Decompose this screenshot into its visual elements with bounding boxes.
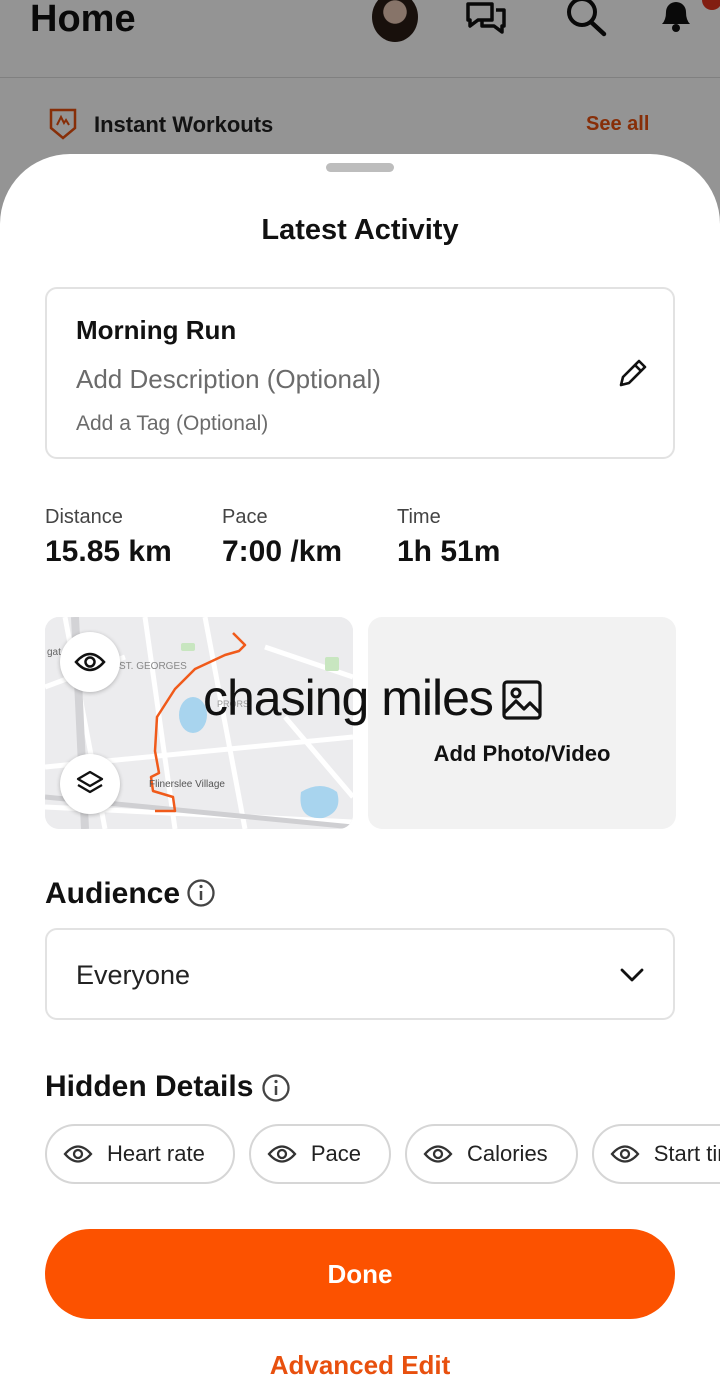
layers-icon <box>76 770 104 794</box>
chip-pace[interactable]: Pace <box>248 1124 391 1184</box>
activity-name[interactable]: Morning Run <box>76 315 236 346</box>
hidden-details-chips: Heart rate Pace Calories Start time <box>45 1124 720 1186</box>
audience-select[interactable]: Everyone <box>45 928 675 1020</box>
chip-label: Pace <box>310 1141 361 1166</box>
latest-activity-sheet: Latest Activity Morning Run Add Descript… <box>0 154 720 1396</box>
stat-label: Distance <box>45 506 123 528</box>
done-button[interactable]: Done <box>45 1229 675 1319</box>
image-icon <box>502 680 542 720</box>
audience-selected-value: Everyone <box>76 960 191 990</box>
map-visibility-button[interactable] <box>60 632 120 692</box>
eye-icon <box>63 1145 93 1163</box>
map-label: gat <box>47 647 61 658</box>
eye-icon <box>267 1145 297 1163</box>
chip-label: Calories <box>466 1141 548 1166</box>
add-photo-video-label: Add Photo/Video <box>433 741 611 766</box>
stat-value: 7:00 /km <box>222 535 343 568</box>
info-icon[interactable] <box>261 1073 291 1103</box>
map-layers-button[interactable] <box>60 754 120 814</box>
chip-start-time[interactable]: Start time <box>591 1124 720 1184</box>
sheet-title: Latest Activity <box>261 214 459 246</box>
eye-icon <box>74 652 106 672</box>
chip-label: Start time <box>653 1141 720 1166</box>
stat-label: Time <box>397 506 441 528</box>
stat-label: Pace <box>222 506 268 528</box>
eye-icon <box>610 1145 640 1163</box>
stat-pace: Pace 7:00 /km <box>222 506 342 569</box>
chip-label: Heart rate <box>107 1141 205 1166</box>
stat-value: 15.85 km <box>45 535 172 568</box>
sheet-drag-handle[interactable] <box>326 163 394 172</box>
stat-value: 1h 51m <box>397 535 501 568</box>
stat-time: Time 1h 51m <box>397 506 500 569</box>
info-icon[interactable] <box>186 878 216 908</box>
tag-field[interactable]: Add a Tag (Optional) <box>76 412 268 436</box>
hidden-details-title: Hidden Details <box>45 1070 254 1103</box>
chip-calories[interactable]: Calories <box>404 1124 578 1184</box>
chevron-down-icon <box>620 968 644 982</box>
description-field[interactable]: Add Description (Optional) <box>76 364 381 395</box>
chip-heart-rate[interactable]: Heart rate <box>45 1124 235 1184</box>
advanced-edit-link[interactable]: Advanced Edit <box>0 1350 720 1381</box>
edit-pencil-icon[interactable] <box>615 357 649 391</box>
map-label: ST. GEORGES <box>119 661 187 672</box>
activity-details-card[interactable]: Morning Run Add Description (Optional) A… <box>45 287 675 459</box>
chasing-miles-overlay-text: chasing miles <box>203 670 494 726</box>
audience-title: Audience <box>45 877 181 910</box>
eye-icon <box>423 1145 453 1163</box>
stat-distance: Distance 15.85 km <box>45 506 172 569</box>
map-label: Flinerslee Village <box>149 779 225 790</box>
